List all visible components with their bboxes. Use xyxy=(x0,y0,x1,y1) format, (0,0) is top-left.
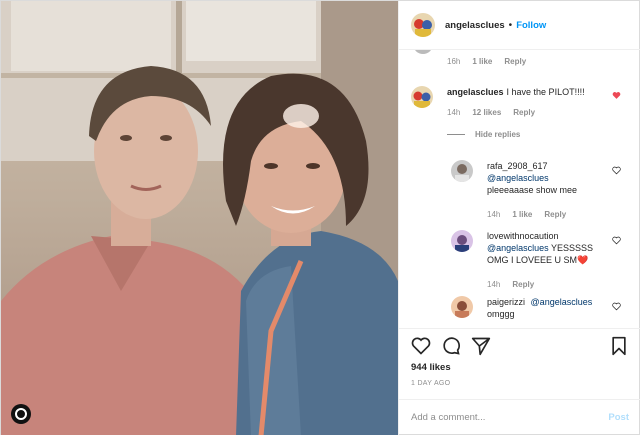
heart-icon[interactable] xyxy=(411,336,431,356)
comment-username[interactable]: lovewithnocaution xyxy=(487,231,559,241)
comment-body: rafa_2908_617 @angelasclues pleeeaaase s… xyxy=(487,160,612,196)
add-comment-bar: Post xyxy=(399,399,640,434)
heart-icon[interactable] xyxy=(612,302,621,311)
likes-count[interactable]: 944 likes xyxy=(411,362,451,373)
post-header: angelasclues • Follow xyxy=(399,1,640,50)
reply-item: paigerizzi @angelasclues omggg xyxy=(399,296,640,328)
hide-replies-toggle[interactable]: Hide replies xyxy=(447,130,520,139)
comment-icon[interactable] xyxy=(441,336,461,356)
post-timestamp[interactable]: 1 DAY AGO xyxy=(411,380,450,387)
heart-icon[interactable] xyxy=(612,236,621,245)
mention-link[interactable]: @angelasclues xyxy=(531,297,593,307)
comment-likes[interactable]: 1 like xyxy=(472,57,492,66)
comment-text: I have the PILOT!!!! xyxy=(506,87,585,97)
account-tag-icon[interactable] xyxy=(11,404,31,424)
previous-comment-avatar xyxy=(413,50,433,54)
comment-body: lovewithnocaution @angelasclues YESSSSS … xyxy=(487,230,612,266)
post-button[interactable]: Post xyxy=(608,412,629,423)
reply-button[interactable]: Reply xyxy=(504,57,526,66)
comment-text: pleeeaaase show mee xyxy=(487,185,578,195)
comment-time: 14h xyxy=(487,280,501,289)
reply-button[interactable]: Reply xyxy=(544,210,566,219)
photo-illustration xyxy=(1,1,398,435)
bookmark-icon[interactable] xyxy=(609,336,629,356)
comment-input[interactable] xyxy=(411,411,609,423)
reply-button[interactable]: Reply xyxy=(512,280,534,289)
comment-meta: 16h 1 like Reply xyxy=(447,57,526,66)
post-actions: 944 likes 1 DAY AGO Post xyxy=(399,328,640,432)
action-icons xyxy=(411,336,629,358)
comment-text: omggg xyxy=(487,309,515,319)
comment-username[interactable]: rafa_2908_617 xyxy=(487,161,548,171)
comment-body: paigerizzi @angelasclues omggg xyxy=(487,296,612,320)
reply-item: lovewithnocaution @angelasclues YESSSSS … xyxy=(399,230,640,290)
comment-username[interactable]: paigerizzi xyxy=(487,297,525,307)
comment-time: 14h xyxy=(447,108,461,117)
commenter-avatar[interactable] xyxy=(411,86,433,108)
comment-time: 16h xyxy=(447,57,461,66)
comment-item: angelasclues I have the PILOT!!!! 14h 12 … xyxy=(399,86,640,126)
mention-link[interactable]: @angelasclues xyxy=(487,173,549,183)
reply-button[interactable]: Reply xyxy=(513,108,535,117)
divider-line xyxy=(447,134,465,135)
comment-time: 14h xyxy=(487,210,501,219)
post-card: angelasclues • Follow 16h 1 like Reply a… xyxy=(0,0,640,435)
comment-likes[interactable]: 1 like xyxy=(512,210,532,219)
comment-likes[interactable]: 12 likes xyxy=(472,108,501,117)
comment-username[interactable]: angelasclues xyxy=(447,87,504,97)
follow-button[interactable]: Follow xyxy=(516,20,546,31)
post-photo[interactable] xyxy=(1,1,398,435)
heart-icon[interactable] xyxy=(612,166,621,175)
commenter-avatar[interactable] xyxy=(451,296,473,318)
hide-replies-label: Hide replies xyxy=(475,130,521,139)
heart-emoji: ❤️ xyxy=(577,255,589,265)
comment-body: angelasclues I have the PILOT!!!! xyxy=(447,86,617,98)
share-icon[interactable] xyxy=(471,336,491,356)
post-sidebar: angelasclues • Follow 16h 1 like Reply a… xyxy=(398,1,640,435)
commenter-avatar[interactable] xyxy=(451,230,473,252)
comment-meta: 14h Reply xyxy=(487,280,534,289)
mention-link[interactable]: @angelasclues xyxy=(487,243,549,253)
commenter-avatar[interactable] xyxy=(451,160,473,182)
reply-item: rafa_2908_617 @angelasclues pleeeaaase s… xyxy=(399,158,640,219)
comment-meta: 14h 1 like Reply xyxy=(487,210,566,219)
author-avatar[interactable] xyxy=(411,13,435,37)
comment-meta: 14h 12 likes Reply xyxy=(447,108,535,117)
comments-list[interactable]: 16h 1 like Reply angelasclues I have the … xyxy=(399,50,640,328)
separator-dot: • xyxy=(508,19,513,31)
author-username[interactable]: angelasclues xyxy=(445,20,505,31)
liked-heart-icon[interactable] xyxy=(612,91,621,100)
